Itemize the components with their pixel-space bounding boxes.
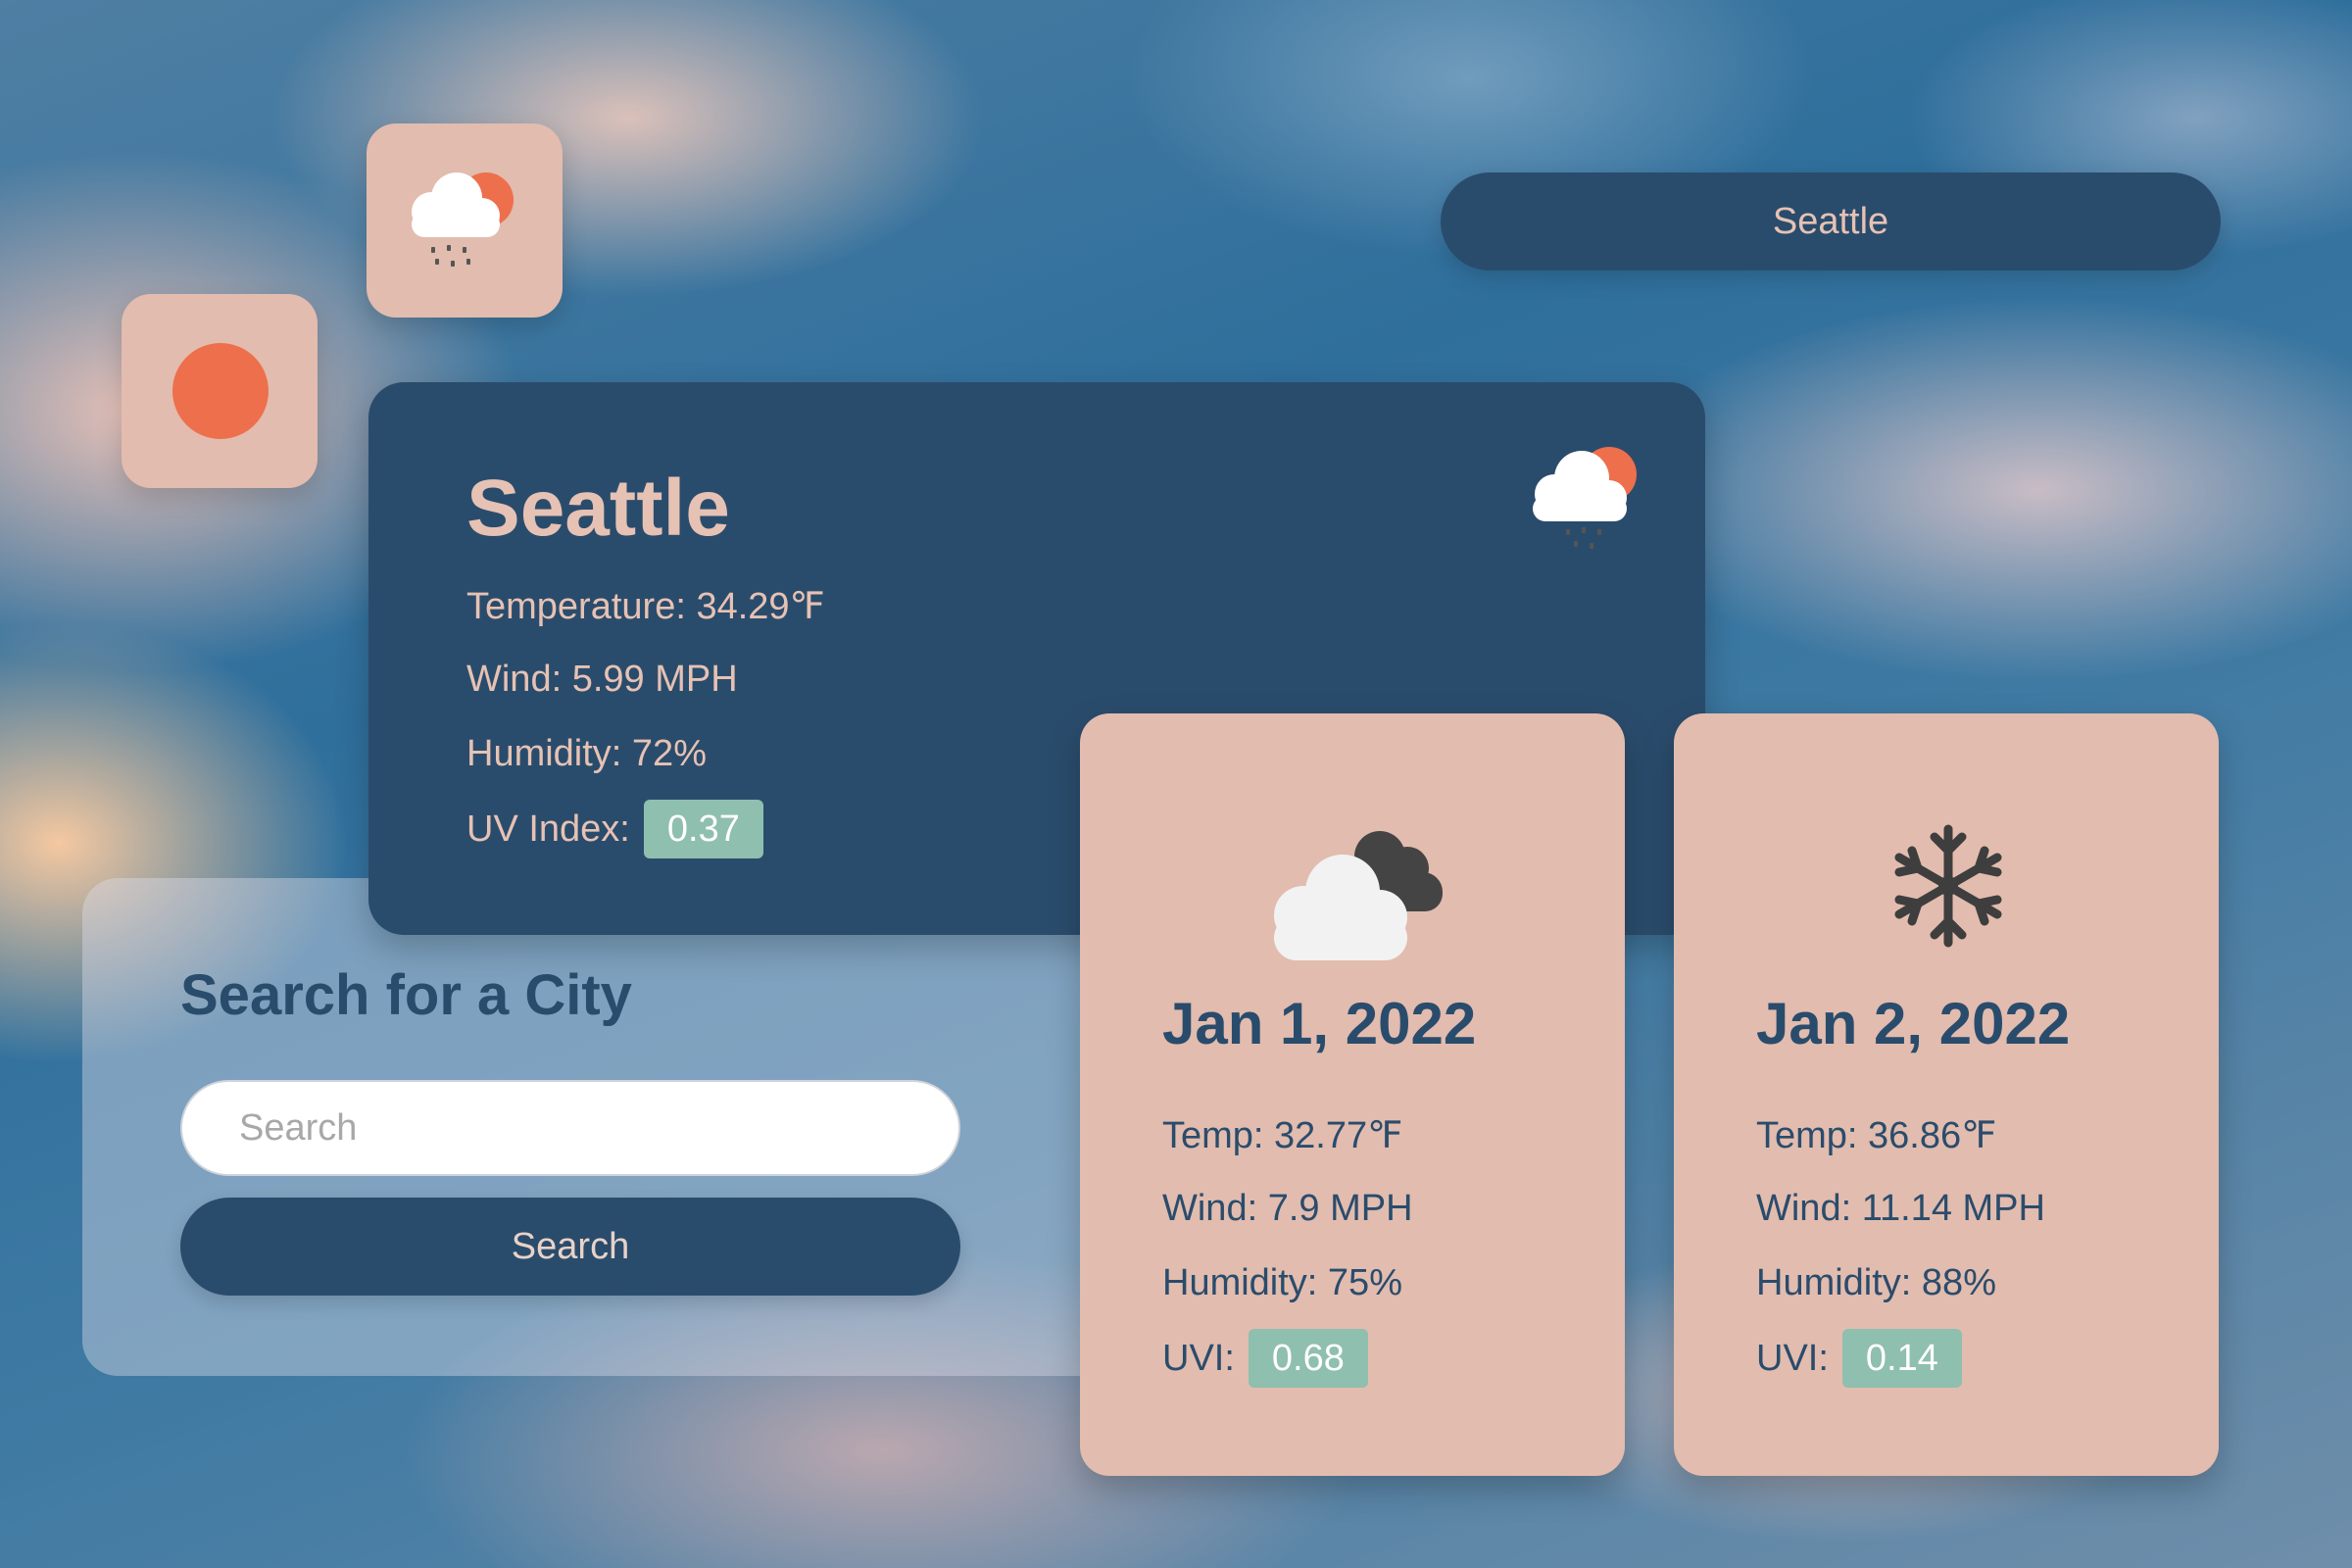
uv-label: UV Index: [466,808,630,850]
city-history-button[interactable]: Seattle [1441,172,2221,270]
forecast-date: Jan 2, 2022 [1756,991,2071,1056]
uv-badge: 0.37 [643,800,763,858]
forecast-card: Jan 1, 2022 Temp: 32.77℉ Wind: 7.9 MPH H… [1080,713,1625,1476]
forecast-wind: Wind: 7.9 MPH [1162,1188,1413,1229]
current-city-name: Seattle [466,464,730,553]
forecast-uvi: UVI: 0.68 [1162,1329,1368,1388]
rain-cloud-sun-tile [367,123,563,318]
forecast-temp: Temp: 32.77℉ [1162,1115,1403,1156]
snowflake-icon [1894,824,2002,948]
current-humidity: Humidity: 72% [466,733,707,774]
cloudy-icon [1274,831,1443,960]
uvi-badge: 0.14 [1841,1329,1962,1388]
forecast-card: Jan 2, 2022 Temp: 36.86℉ Wind: 11.14 MPH… [1674,713,2219,1476]
current-uv-index: UV Index: 0.37 [466,800,763,858]
forecast-wind: Wind: 11.14 MPH [1756,1188,2045,1229]
uvi-label: UVI: [1162,1337,1235,1379]
forecast-uvi: UVI: 0.14 [1756,1329,1962,1388]
search-button[interactable]: Search [180,1198,960,1296]
rain-cloud-sun-icon [412,172,514,267]
forecast-humidity: Humidity: 88% [1756,1262,1996,1303]
forecast-date: Jan 1, 2022 [1162,991,1477,1056]
uvi-label: UVI: [1756,1337,1829,1379]
sun-tile [122,294,318,488]
uvi-badge: 0.68 [1248,1329,1368,1388]
forecast-humidity: Humidity: 75% [1162,1262,1402,1303]
current-wind: Wind: 5.99 MPH [466,659,738,700]
rain-cloud-sun-icon [1533,447,1637,549]
search-input[interactable] [180,1080,960,1176]
sun-icon [172,343,269,439]
current-temperature: Temperature: 34.29℉ [466,586,825,627]
forecast-temp: Temp: 36.86℉ [1756,1115,1997,1156]
search-title: Search for a City [180,963,632,1027]
